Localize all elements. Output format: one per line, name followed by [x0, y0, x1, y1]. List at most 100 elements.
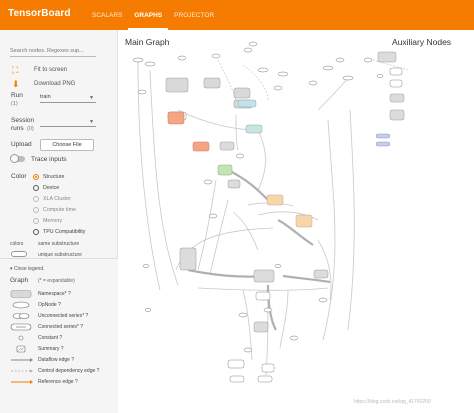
op-node[interactable]: [308, 80, 318, 86]
run-select[interactable]: train ▼: [40, 93, 96, 103]
aux-namespace-node[interactable]: [389, 79, 403, 88]
color-option-structure[interactable]: Structure: [33, 174, 65, 180]
chevron-down-icon: ▾: [10, 266, 13, 272]
session-runs-count: (0): [27, 126, 34, 132]
legend-item-label: Constant ?: [38, 335, 63, 341]
namespace-node[interactable]: [255, 291, 271, 301]
aux-namespace-node[interactable]: [389, 67, 403, 76]
color-option-label: Memory: [43, 218, 63, 224]
op-node[interactable]: [318, 297, 328, 303]
aux-namespace-node[interactable]: [389, 109, 405, 121]
tab-scalars[interactable]: SCALARS: [86, 0, 128, 30]
namespace-node[interactable]: [253, 269, 275, 283]
op-node[interactable]: [243, 347, 253, 353]
chevron-down-icon: ▼: [89, 119, 94, 125]
trace-inputs-toggle[interactable]: [10, 154, 25, 163]
namespace-node[interactable]: [233, 87, 251, 99]
namespace-node[interactable]: [217, 164, 233, 176]
namespace-node[interactable]: [295, 214, 313, 228]
aux-series-node[interactable]: [375, 133, 391, 139]
color-option-label: TPU Compatibility: [43, 229, 86, 235]
color-option-device[interactable]: Device: [33, 185, 59, 191]
op-node[interactable]: [277, 71, 289, 77]
namespace-node[interactable]: [261, 363, 275, 373]
op-node[interactable]: [177, 55, 187, 61]
namespace-node[interactable]: [253, 321, 269, 333]
op-node[interactable]: [322, 65, 334, 71]
op-node[interactable]: [335, 57, 345, 63]
legend-item-label: Connected series* ?: [38, 324, 84, 330]
colors-label: colors: [10, 241, 24, 247]
namespace-node[interactable]: [203, 77, 221, 89]
namespace-node[interactable]: [245, 124, 263, 134]
op-node[interactable]: [238, 312, 248, 318]
app-title: TensorBoard: [8, 8, 71, 19]
fit-to-screen-button[interactable]: ⛶ Fit to screen: [12, 65, 67, 75]
download-png-button[interactable]: ⬇ Download PNG: [12, 79, 75, 89]
op-node[interactable]: [211, 53, 221, 59]
namespace-node[interactable]: [165, 77, 189, 93]
search-nodes-input[interactable]: Search nodes. Regexes sup...: [10, 46, 96, 57]
op-node[interactable]: [137, 89, 147, 95]
namespace-node[interactable]: [192, 141, 210, 152]
op-node[interactable]: [263, 307, 273, 313]
op-node[interactable]: [248, 41, 258, 47]
namespace-node[interactable]: [313, 269, 329, 279]
color-option-label: Structure: [43, 174, 65, 180]
tab-projector[interactable]: PROJECTOR: [168, 0, 220, 30]
graph-thick-edges: [187, 169, 331, 331]
namespace-node[interactable]: [229, 375, 245, 383]
aux-namespace-node[interactable]: [377, 51, 397, 63]
aux-series-node[interactable]: [375, 141, 391, 147]
legend-subtitle: (* = expandable): [38, 278, 75, 284]
legend-item-reference-edge: Reference edge ?: [10, 378, 115, 387]
legend-item-label: Reference edge ?: [38, 379, 78, 385]
op-node[interactable]: [144, 308, 152, 312]
choose-file-button[interactable]: Choose File: [40, 139, 94, 151]
download-icon: ⬇: [12, 79, 20, 89]
namespace-node[interactable]: [167, 111, 185, 125]
op-node[interactable]: [274, 264, 282, 268]
namespace-node[interactable]: [266, 194, 284, 206]
op-node[interactable]: [243, 47, 253, 53]
aux-namespace-node[interactable]: [389, 93, 405, 103]
op-node[interactable]: [132, 57, 144, 63]
namespace-node[interactable]: [219, 141, 235, 151]
op-node[interactable]: [342, 75, 354, 81]
namespace-node[interactable]: [179, 247, 197, 271]
graph-legend: ▾ Close legend. Graph (* = expandable) N…: [0, 258, 118, 413]
op-node[interactable]: [144, 61, 156, 67]
session-runs-select[interactable]: ▼: [40, 117, 96, 127]
color-option-tpu-compatibility[interactable]: TPU Compatibility: [33, 229, 85, 235]
close-legend-button[interactable]: ▾ Close legend.: [10, 266, 44, 272]
op-node[interactable]: [208, 213, 218, 219]
legend-title: Graph: [10, 277, 29, 284]
op-node[interactable]: [273, 85, 283, 91]
color-label: Color: [11, 173, 27, 180]
op-node[interactable]: [289, 335, 299, 341]
legend-item-namespace: Namespace* ?: [10, 290, 115, 299]
tab-graphs[interactable]: GRAPHS: [128, 0, 169, 30]
op-node[interactable]: [257, 67, 269, 73]
connected-series-node[interactable]: [237, 99, 257, 108]
legend-item-opnode: OpNode ?: [10, 301, 115, 310]
session-runs-label: Session: [11, 117, 35, 124]
aux-op-node[interactable]: [376, 74, 384, 78]
op-node[interactable]: [203, 179, 213, 185]
same-substructure-label: same substructure: [38, 241, 80, 247]
graph-canvas[interactable]: [118, 30, 474, 413]
radio-icon: [33, 218, 39, 224]
namespace-node[interactable]: [227, 179, 241, 189]
legend-item-control-dependency-edge: Control dependency edge ?: [10, 367, 115, 376]
aux-op-node[interactable]: [363, 57, 373, 63]
legend-item-summary: Summary ?: [10, 345, 115, 354]
close-legend-label: Close legend.: [13, 266, 45, 272]
op-node[interactable]: [235, 153, 245, 159]
namespace-node[interactable]: [227, 359, 245, 369]
toggle-knob: [10, 154, 19, 163]
legend-item-label: Summary ?: [38, 346, 64, 352]
namespace-node[interactable]: [257, 375, 273, 383]
main-graph-nodes: [132, 41, 354, 383]
legend-item-connected-series: Connected series* ?: [10, 323, 115, 332]
op-node[interactable]: [142, 264, 150, 268]
